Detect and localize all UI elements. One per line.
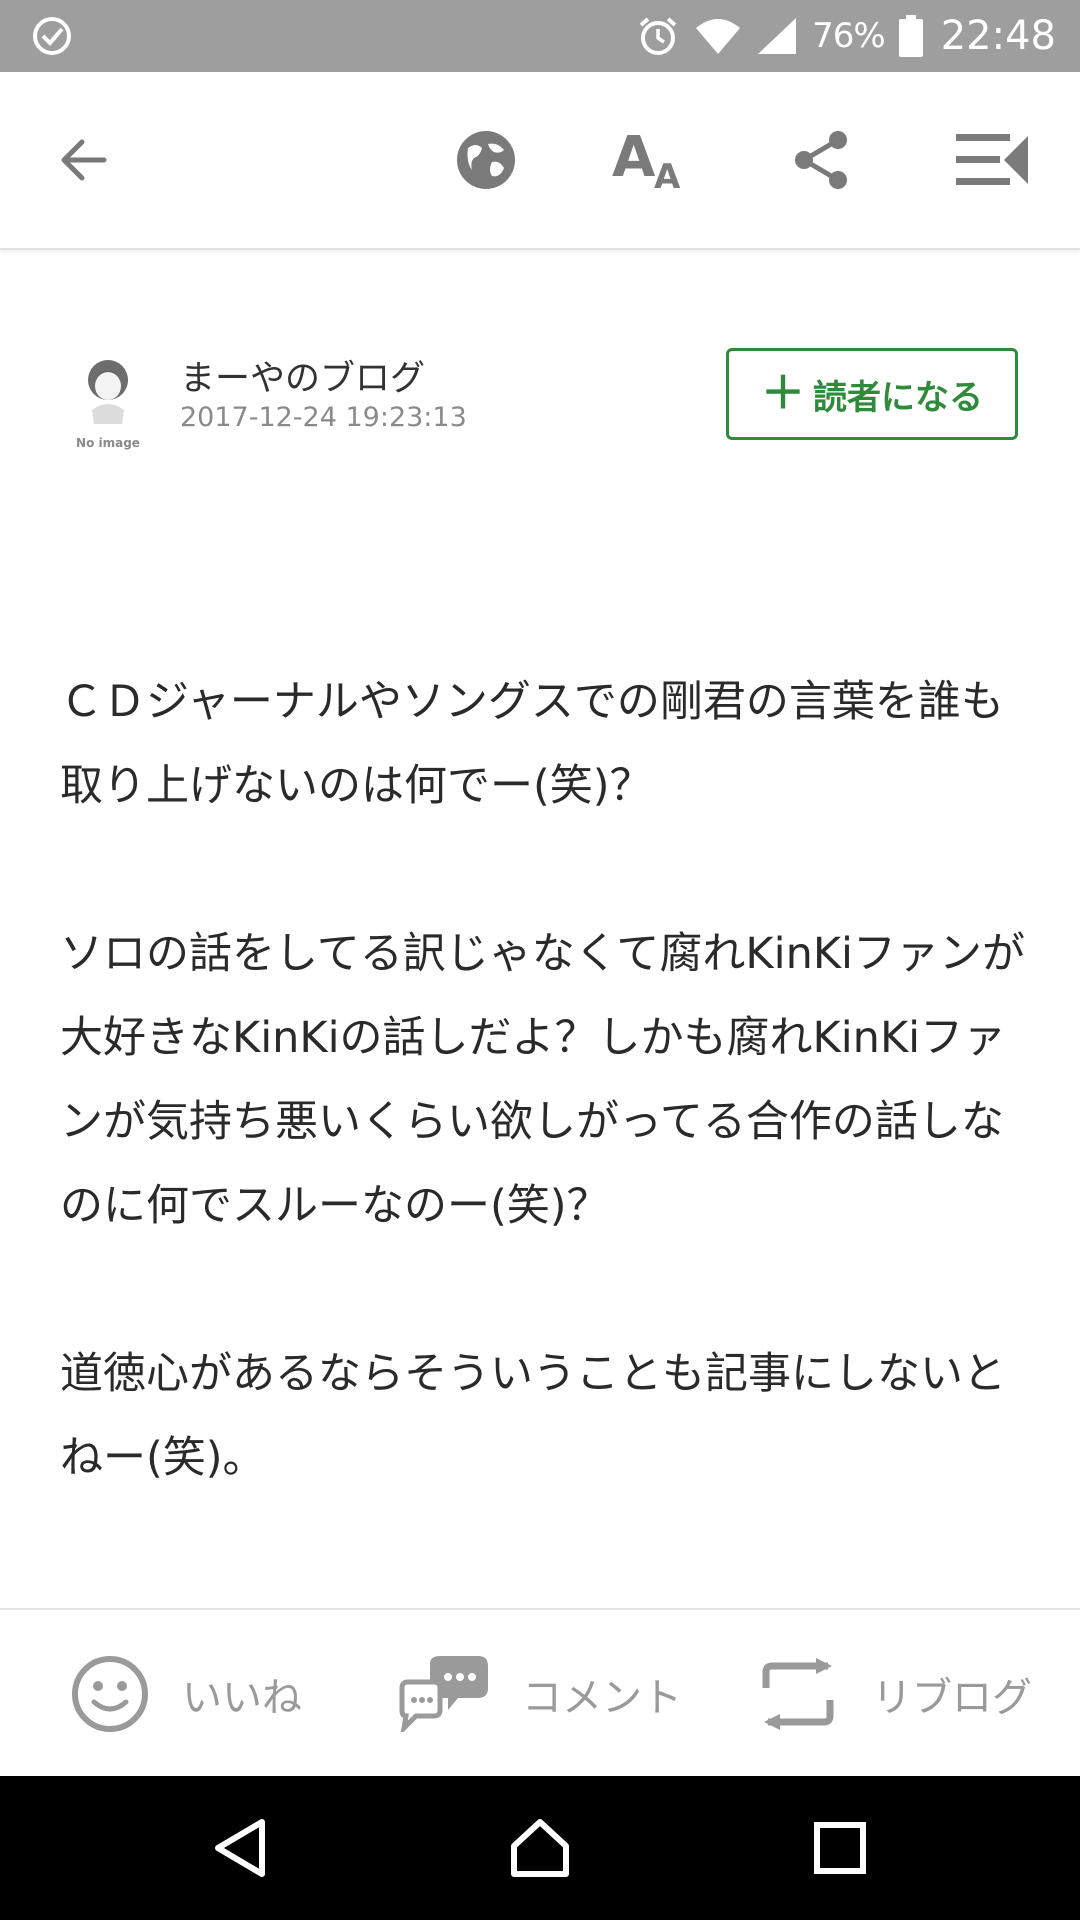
reblog-icon [762,1658,834,1730]
nav-home-icon [511,1819,569,1877]
svg-text:A: A [612,128,656,190]
status-icons: 76% 22:48 [636,0,1056,72]
font-size-button[interactable]: A A [602,112,698,208]
system-nav-bar [0,1776,1080,1920]
article-body: ＣＤジャーナルやソングスでの剛君の言葉を誰も取り上げないのは何でー(笑)？ ソロ… [60,660,1030,1584]
nav-recent-button[interactable] [800,1808,880,1888]
blog-name[interactable]: まーやのブログ [180,350,425,401]
comment-bubbles-icon [399,1656,488,1732]
alarm-icon [639,17,677,55]
nav-recent-icon [814,1822,866,1874]
comment-label: コメント [522,1675,682,1721]
article-paragraph: 道徳心があるならそういうことも記事にしないとねー(笑)。 [60,1349,1006,1483]
avatar-caption: No image [76,436,140,450]
menu-icon [956,134,1028,185]
avatar-placeholder-icon [88,360,128,424]
nav-back-icon [215,1819,265,1877]
follow-label: 読者になる [813,377,983,418]
check-circle-icon [33,17,71,55]
comment-button[interactable]: コメント [396,1610,682,1778]
share-icon [795,131,847,189]
reblog-button[interactable]: リブログ [756,1610,1032,1778]
like-button[interactable]: いいね [70,1610,302,1778]
author-header: No image まーやのブログ 2017-12-24 19:23:13 ＋ 読… [0,340,1080,460]
avatar[interactable]: No image [66,350,150,450]
status-bar: 76% 22:48 [0,0,1080,72]
plus-icon: ＋ [761,368,805,419]
share-button[interactable] [774,112,870,208]
wifi-icon [696,19,741,54]
svg-text:A: A [654,157,681,192]
reblog-label: リブログ [872,1675,1032,1721]
like-label: いいね [182,1675,302,1721]
font-size-icon: A A [612,128,681,192]
article-paragraph: ソロの話をしてる訳じゃなくて腐れKinKiファンが大好きなKinKiの話しだよ？… [60,929,1025,1231]
follow-button[interactable]: ＋ 読者になる [726,348,1018,440]
back-button[interactable] [36,112,132,208]
globe-icon [457,131,515,189]
article-paragraph: ＣＤジャーナルやソングスでの剛君の言葉を誰も取り上げないのは何でー(笑)？ [60,677,1004,811]
menu-button[interactable] [944,112,1040,208]
battery-icon [898,15,923,57]
smiley-icon [72,1656,148,1732]
signal-icon [758,18,797,54]
back-arrow-icon [61,139,107,181]
post-date: 2017-12-24 19:23:13 [180,402,467,433]
nav-back-button[interactable] [200,1808,280,1888]
battery-percent: 76% [812,16,886,56]
app-toolbar: A A [0,72,1080,250]
action-bar: いいね コメント リブログ [0,1608,1080,1778]
clock: 22:48 [940,13,1056,59]
translate-button[interactable] [438,112,534,208]
nav-home-button[interactable] [500,1808,580,1888]
